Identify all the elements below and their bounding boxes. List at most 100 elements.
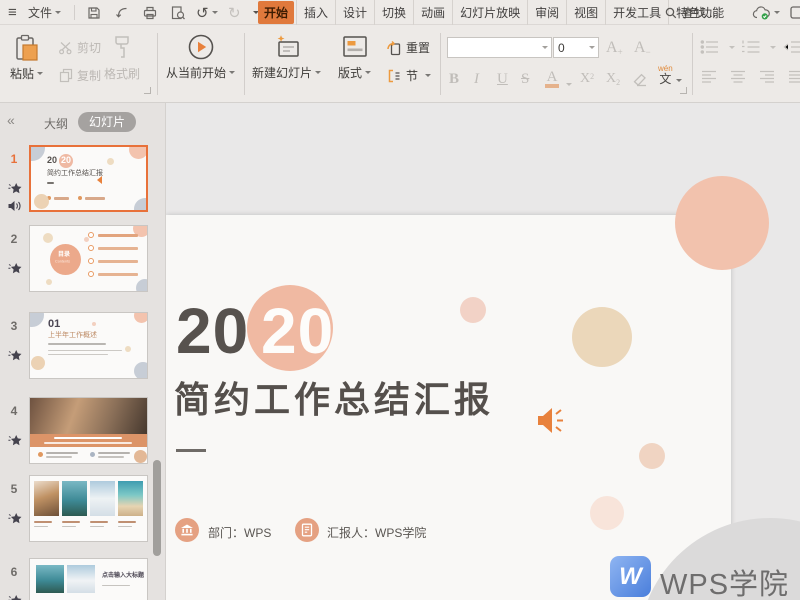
thumb-photo-snow bbox=[67, 565, 95, 593]
dialog-launcher[interactable] bbox=[144, 87, 151, 94]
thumb-photo-desk bbox=[30, 398, 147, 434]
deco-circle bbox=[46, 279, 52, 285]
tab-transition[interactable]: 切换 bbox=[375, 0, 414, 25]
undo-button[interactable]: ↺ bbox=[196, 0, 218, 25]
format-painter-button[interactable]: 格式刷 bbox=[104, 34, 140, 82]
slide-title[interactable]: 简约工作总结汇报 bbox=[174, 371, 494, 423]
cut-button[interactable]: 剪切 bbox=[58, 39, 101, 56]
align-right-icon[interactable] bbox=[758, 69, 776, 85]
redo-button[interactable]: ↻ bbox=[228, 0, 241, 25]
menubar: ≡ 文件 ↺ ↻ 开始 插入 设计 切换 动画 幻灯片放映 审阅 视图 开发工具… bbox=[0, 0, 800, 25]
numbered-list-icon[interactable] bbox=[741, 39, 761, 55]
overlay-salmon-circle bbox=[675, 176, 769, 270]
tab-design[interactable]: 设计 bbox=[336, 0, 375, 25]
slide-year-dark[interactable]: 20 bbox=[176, 299, 249, 363]
file-menu[interactable]: 文件 bbox=[28, 0, 61, 25]
thumb-photo-lake bbox=[36, 565, 64, 593]
tab-animation[interactable]: 动画 bbox=[414, 0, 453, 25]
deco-circle bbox=[29, 312, 44, 327]
tab-review[interactable]: 审阅 bbox=[528, 0, 567, 25]
justify-icon[interactable] bbox=[787, 69, 800, 85]
thumb-textbar bbox=[62, 521, 80, 523]
dept-label[interactable]: 部门：WPS bbox=[208, 524, 271, 541]
increase-font-button[interactable]: A+ bbox=[606, 39, 623, 57]
thumb-textbar bbox=[90, 526, 104, 527]
slide-number: 1 bbox=[4, 152, 24, 166]
tab-view[interactable]: 视图 bbox=[567, 0, 606, 25]
share-button[interactable] bbox=[790, 0, 800, 25]
slide-thumbnail-1[interactable]: 20 20 简约工作总结汇报 bbox=[29, 145, 148, 212]
font-size-combo[interactable] bbox=[553, 37, 599, 58]
slide-canvas[interactable]: 20 20 简约工作总结汇报 部门：WPS 汇报人：WPS学院 bbox=[166, 215, 731, 600]
print-preview-icon bbox=[170, 5, 186, 21]
tab-devtools[interactable]: 开发工具 bbox=[606, 0, 669, 25]
bank-icon bbox=[179, 522, 195, 538]
layout-button[interactable]: 版式 bbox=[338, 33, 371, 81]
panel-scrollbar-thumb[interactable] bbox=[153, 460, 161, 556]
reset-button[interactable]: 重置 bbox=[386, 39, 430, 56]
superscript-button[interactable]: X2 bbox=[580, 71, 594, 87]
slide-thumbnail-4[interactable] bbox=[29, 397, 148, 464]
collapse-panel-button[interactable]: « bbox=[7, 112, 15, 128]
tab-insert[interactable]: 插入 bbox=[296, 0, 336, 25]
font-name-combo[interactable] bbox=[447, 37, 552, 58]
reporter-label[interactable]: 汇报人：WPS学院 bbox=[327, 524, 426, 541]
new-slide-button[interactable]: 新建幻灯片 bbox=[252, 33, 321, 81]
deco-circle bbox=[134, 450, 147, 463]
thumb-textbar bbox=[102, 585, 130, 586]
section-button[interactable]: 节 bbox=[386, 67, 431, 84]
italic-button[interactable]: I bbox=[474, 71, 479, 88]
watermark-label: WPS学院 bbox=[660, 561, 789, 600]
decrease-indent-icon[interactable] bbox=[782, 39, 800, 55]
tab-outline[interactable]: 大纲 bbox=[44, 115, 68, 132]
slide-number: 3 bbox=[4, 319, 24, 333]
copy-button[interactable]: 复制 bbox=[58, 67, 101, 84]
underline-button[interactable]: U bbox=[497, 71, 508, 88]
font-size-input[interactable] bbox=[554, 38, 586, 57]
slide-thumbnail-5[interactable] bbox=[29, 475, 148, 542]
slide-year-light[interactable]: 20 bbox=[261, 299, 334, 363]
section-icon bbox=[386, 68, 402, 84]
phonetic-guide-button[interactable]: wén 文 bbox=[658, 65, 682, 85]
animation-star-icon bbox=[7, 181, 23, 197]
clear-format-button[interactable] bbox=[632, 72, 649, 88]
print-button[interactable] bbox=[142, 0, 158, 25]
thumb-toc-title: 目录 bbox=[58, 252, 70, 259]
strikethrough-button[interactable]: S bbox=[521, 71, 529, 88]
tab-home[interactable]: 开始 bbox=[258, 1, 294, 24]
thumb-list-ring bbox=[88, 232, 94, 238]
slide-thumbnail-6[interactable]: 点击输入大标题 bbox=[29, 558, 148, 600]
subscript-button[interactable]: X2 bbox=[606, 71, 620, 87]
decrease-font-button[interactable]: A− bbox=[634, 39, 651, 57]
paste-button[interactable]: 粘贴 bbox=[10, 34, 43, 82]
print-preview-button[interactable] bbox=[170, 0, 186, 25]
dialog-launcher[interactable] bbox=[680, 87, 687, 94]
thumb-year: 20 bbox=[61, 156, 71, 166]
tab-slideshow[interactable]: 幻灯片放映 bbox=[453, 0, 528, 25]
deco-circle bbox=[134, 312, 148, 323]
bold-button[interactable]: B bbox=[449, 71, 459, 88]
slide-thumbnail-2[interactable]: 目录 Contents bbox=[29, 225, 148, 292]
slide-thumbnail-3[interactable]: 01 上半年工作概述 bbox=[29, 312, 148, 379]
font-name-input[interactable] bbox=[448, 38, 539, 57]
save-button[interactable] bbox=[86, 0, 102, 25]
new-slide-icon bbox=[272, 33, 302, 61]
align-left-icon[interactable] bbox=[700, 69, 718, 85]
thumb-photo-snow bbox=[90, 481, 115, 516]
export-button[interactable] bbox=[114, 0, 130, 25]
align-center-icon[interactable] bbox=[729, 69, 747, 85]
animation-star-icon bbox=[7, 348, 23, 364]
scissors-icon bbox=[58, 40, 73, 55]
tab-slides[interactable]: 幻灯片 bbox=[78, 112, 136, 132]
audio-object[interactable] bbox=[533, 403, 571, 439]
cloud-sync-button[interactable] bbox=[752, 0, 780, 25]
thumb-section-number: 01 bbox=[48, 318, 60, 330]
hamburger-menu-icon[interactable]: ≡ bbox=[8, 0, 17, 25]
font-color-button[interactable]: A bbox=[545, 69, 559, 88]
animation-star-icon bbox=[7, 593, 23, 600]
deco-circle bbox=[29, 145, 45, 161]
play-from-current-button[interactable]: 从当前开始 bbox=[166, 33, 235, 81]
bullet-list-icon[interactable] bbox=[700, 39, 720, 55]
find-button[interactable]: 查找... bbox=[664, 0, 716, 25]
deco-circle bbox=[460, 297, 486, 323]
